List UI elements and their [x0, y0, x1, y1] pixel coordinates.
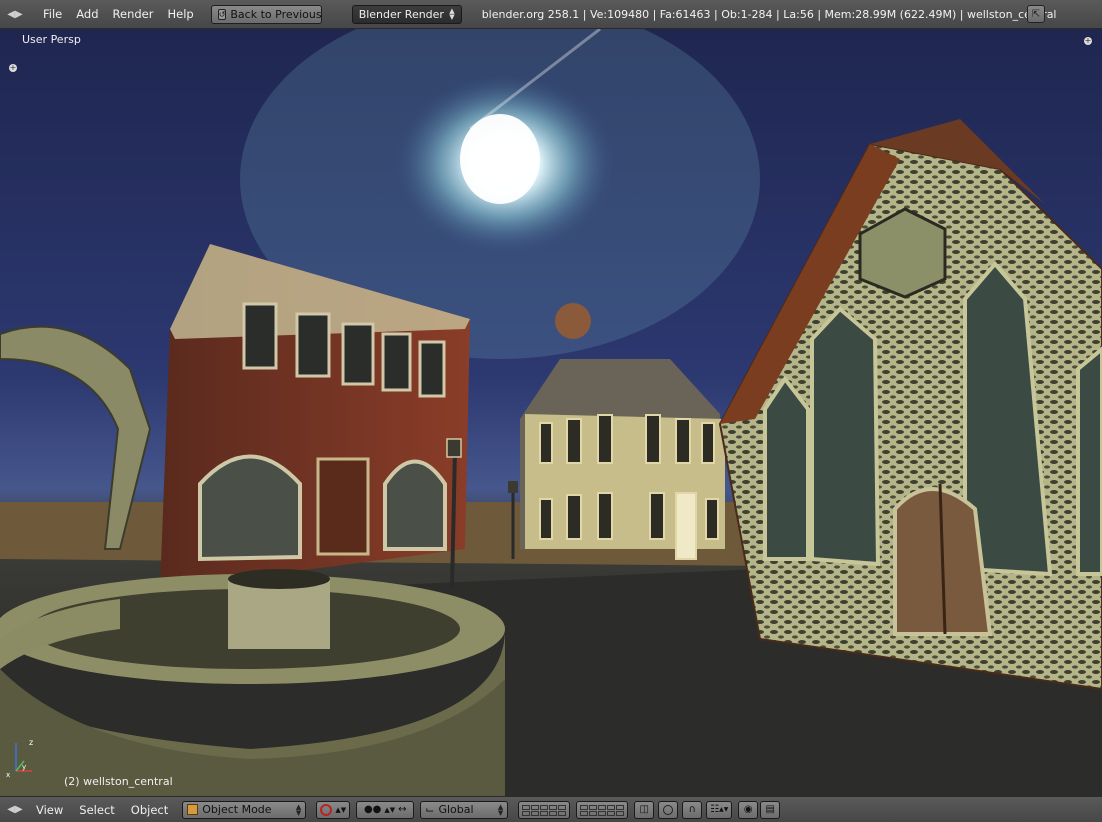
3d-viewport[interactable]: User Persp + + z y x (2) wellston_centra…	[0, 29, 1102, 796]
layers-grid-1[interactable]	[518, 800, 571, 819]
transform-orientation-dropdown[interactable]: ⌙ Global ▲ ▼	[420, 800, 509, 819]
viewport-expand-left-icon[interactable]: +	[9, 64, 17, 72]
view-name-label: User Persp	[22, 33, 81, 46]
svg-text:y: y	[22, 763, 26, 771]
back-to-previous-label: Back to Previous	[230, 7, 322, 21]
render-engine-value: Blender Render	[358, 7, 444, 21]
object-mode-value: Object Mode	[202, 803, 272, 816]
menu-file[interactable]: File	[36, 7, 69, 21]
menu-object[interactable]: Object	[123, 803, 176, 817]
top-menu: File Add Render Help	[36, 7, 201, 21]
menu-select[interactable]: Select	[71, 803, 122, 817]
bottom-menu: View Select Object	[28, 803, 176, 817]
menu-view[interactable]: View	[28, 803, 71, 817]
render-camera-icon[interactable]: ◉	[738, 800, 759, 819]
top-header: ◀▶ File Add Render Help ↺ Back to Previo…	[0, 0, 1102, 29]
scene-stats: blender.org 258.1 | Ve:109480 | Fa:61463…	[481, 7, 1057, 21]
pivot-point-dropdown[interactable]: ●● ▲▼ ↔	[356, 800, 415, 819]
object-info-label: (2) wellston_central	[64, 775, 173, 788]
object-mode-dropdown[interactable]: Object Mode ▲ ▼	[182, 800, 307, 819]
editor-type-icon-bottom[interactable]: ◀▶	[4, 799, 26, 821]
snap-element-dropdown[interactable]: ☷ ▲▼	[706, 800, 733, 819]
bottom-header: ◀▶ View Select Object Object Mode ▲ ▼ ▲▼ …	[0, 796, 1102, 822]
scene-render	[0, 29, 1102, 796]
proportional-edit-icon[interactable]	[658, 800, 679, 819]
svg-text:z: z	[29, 738, 33, 747]
object-cube-icon	[187, 804, 199, 815]
manipulator-icon: ↔	[398, 804, 407, 815]
updown-arrows-icon: ▲ ▼	[449, 7, 455, 21]
layers-grid-2[interactable]	[576, 800, 629, 819]
menu-add[interactable]: Add	[69, 7, 105, 21]
updown-arrows-icon: ▲ ▼	[295, 802, 302, 817]
orientation-axis-icon: ⌙	[425, 803, 435, 816]
updown-arrows-icon: ▲ ▼	[497, 802, 504, 817]
render-engine-dropdown[interactable]: Blender Render ▲ ▼	[351, 4, 462, 24]
axis-gizmo-icon: z y x	[6, 738, 33, 779]
viewport-shading-dropdown[interactable]: ▲▼	[316, 800, 351, 819]
shading-icon	[320, 803, 333, 816]
fullscreen-toggle-icon[interactable]: ⇱	[1027, 5, 1045, 23]
transform-orientation-value: Global	[438, 803, 474, 816]
editor-type-icon[interactable]: ◀▶	[4, 3, 26, 25]
screen-back-icon: ↺	[217, 8, 227, 20]
pivot-icon: ●●	[363, 804, 382, 815]
snap-magnet-icon[interactable]: ∩	[682, 800, 703, 819]
svg-text:x: x	[6, 771, 10, 779]
back-to-previous-button[interactable]: ↺ Back to Previous	[210, 4, 322, 24]
viewport-expand-right-icon[interactable]: +	[1084, 37, 1092, 45]
menu-help[interactable]: Help	[160, 7, 200, 21]
render-animation-icon[interactable]: ▤	[760, 800, 781, 819]
menu-render[interactable]: Render	[106, 7, 161, 21]
lock-layers-icon[interactable]: ◫	[634, 800, 655, 819]
